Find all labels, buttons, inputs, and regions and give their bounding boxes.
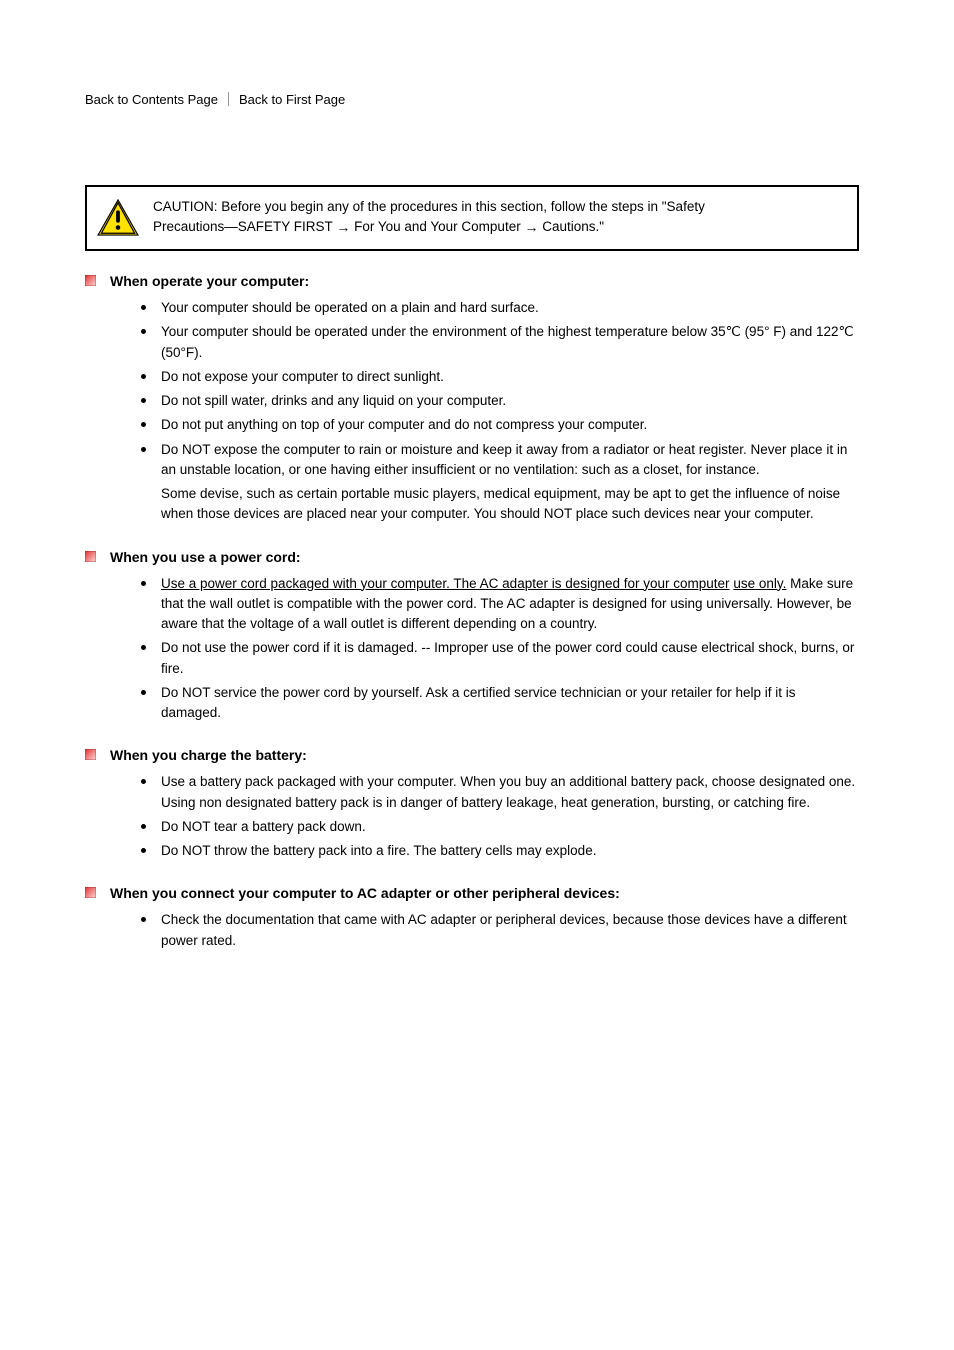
bullet-text: Your computer should be operated under t… xyxy=(161,324,726,339)
list-item: Do not use the power cord if it is damag… xyxy=(141,638,859,679)
caution-line2c: Cautions." xyxy=(542,219,604,234)
square-bullet-icon xyxy=(85,749,96,760)
caution-line2b: For You and Your Computer xyxy=(354,219,524,234)
degree-c-icon: ℃ xyxy=(726,324,741,339)
section-title: When operate your computer: xyxy=(110,271,309,292)
list-item: Do NOT throw the battery pack into a fir… xyxy=(141,841,859,861)
bullet-text-underlined: use only. xyxy=(733,576,786,591)
bullet-text: Do not expose your computer to direct su… xyxy=(161,369,444,384)
bullet-text: Use a battery pack packaged with your co… xyxy=(161,774,855,809)
section-header: When you connect your computer to AC ada… xyxy=(85,883,859,904)
list-item: Do not expose your computer to direct su… xyxy=(141,367,859,387)
bullet-text: (50°F). xyxy=(161,345,202,360)
caution-text: CAUTION: Before you begin any of the pro… xyxy=(153,197,843,240)
section-header: When you use a power cord: xyxy=(85,547,859,568)
list-item: Your computer should be operated under t… xyxy=(141,322,859,363)
bullet-text: (95° F) and 122 xyxy=(745,324,839,339)
bullet-list: Use a battery pack packaged with your co… xyxy=(85,772,859,861)
caution-line1: CAUTION: Before you begin any of the pro… xyxy=(153,199,705,214)
section-title: When you charge the battery: xyxy=(110,745,307,766)
section-header: When you charge the battery: xyxy=(85,745,859,766)
section-operate: When operate your computer: Your compute… xyxy=(85,271,859,525)
section-connect-adapter: When you connect your computer to AC ada… xyxy=(85,883,859,951)
list-item: Do not spill water, drinks and any liqui… xyxy=(141,391,859,411)
bullet-text: Do not spill water, drinks and any liqui… xyxy=(161,393,506,408)
bullet-list: Your computer should be operated on a pl… xyxy=(85,298,859,480)
list-item: Do NOT tear a battery pack down. xyxy=(141,817,859,837)
list-item: Do not put anything on top of your compu… xyxy=(141,415,859,435)
arrow-right-icon: → xyxy=(524,219,538,235)
degree-c-icon: ℃ xyxy=(839,324,854,339)
bullet-text: Do not put anything on top of your compu… xyxy=(161,417,647,432)
section-power-cord: When you use a power cord: Use a power c… xyxy=(85,547,859,724)
list-item: Check the documentation that came with A… xyxy=(141,910,859,951)
back-first-page-link[interactable]: Back to First Page xyxy=(239,90,345,110)
arrow-right-icon: → xyxy=(336,219,350,235)
back-contents-link[interactable]: Back to Contents Page xyxy=(85,90,218,110)
square-bullet-icon xyxy=(85,551,96,562)
bullet-text: Do NOT tear a battery pack down. xyxy=(161,819,366,834)
bullet-text: Your computer should be operated on a pl… xyxy=(161,300,539,315)
list-item: Do NOT expose the computer to rain or mo… xyxy=(141,440,859,481)
section-title: When you connect your computer to AC ada… xyxy=(110,883,620,904)
bullet-list: Use a power cord packaged with your comp… xyxy=(85,574,859,724)
caution-box: CAUTION: Before you begin any of the pro… xyxy=(85,185,859,252)
warning-icon xyxy=(97,199,139,237)
list-item: Use a power cord packaged with your comp… xyxy=(141,574,859,635)
page-root: Back to Contents Page Back to First Page… xyxy=(0,0,954,1350)
list-item: Do NOT service the power cord by yoursel… xyxy=(141,683,859,724)
paragraph: Some devise, such as certain portable mu… xyxy=(161,484,859,525)
section-header: When operate your computer: xyxy=(85,271,859,292)
bullet-text: Do NOT service the power cord by yoursel… xyxy=(161,685,796,720)
bullet-text: Do not use the power cord if it is damag… xyxy=(161,640,854,675)
list-item: Use a battery pack packaged with your co… xyxy=(141,772,859,813)
section-title: When you use a power cord: xyxy=(110,547,301,568)
bullet-text: Do NOT expose the computer to rain or mo… xyxy=(161,442,847,477)
bullet-text-underlined: Use a power cord packaged with your comp… xyxy=(161,576,730,591)
section-charge-battery: When you charge the battery: Use a batte… xyxy=(85,745,859,861)
bullet-text: Do NOT throw the battery pack into a fir… xyxy=(161,843,596,858)
caution-line2a: Precautions—SAFETY FIRST xyxy=(153,219,336,234)
breadcrumb-separator xyxy=(228,92,229,106)
paragraph-text: Some devise, such as certain portable mu… xyxy=(161,486,840,521)
list-item: Your computer should be operated on a pl… xyxy=(141,298,859,318)
breadcrumb: Back to Contents Page Back to First Page xyxy=(85,90,859,110)
square-bullet-icon xyxy=(85,275,96,286)
bullet-list: Check the documentation that came with A… xyxy=(85,910,859,951)
bullet-text: Check the documentation that came with A… xyxy=(161,912,847,947)
square-bullet-icon xyxy=(85,887,96,898)
